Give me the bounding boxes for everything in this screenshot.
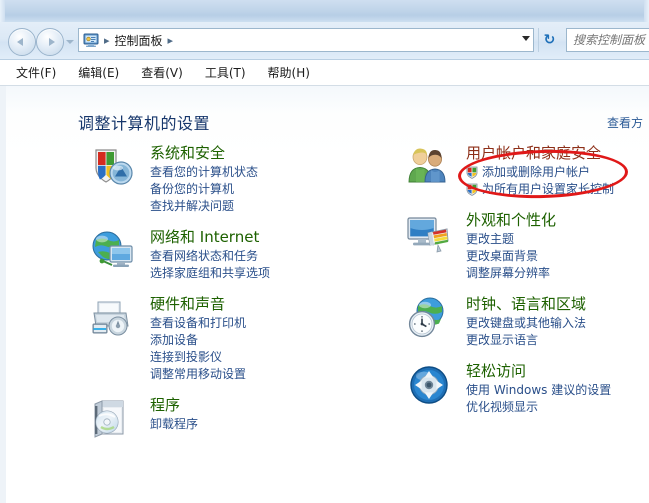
category-title-link[interactable]: 系统和安全	[150, 144, 225, 163]
search-input[interactable]	[567, 33, 649, 47]
category-task-link[interactable]: 调整屏幕分辨率	[466, 265, 649, 282]
category-task-link[interactable]: 选择家庭组和共享选项	[150, 265, 390, 282]
category-links: 查看网络状态和任务 选择家庭组和共享选项	[150, 248, 390, 282]
titlebar-left-edge	[0, 0, 5, 22]
category-task-link[interactable]: 查找并解决问题	[150, 198, 390, 215]
category-column-right: 用户帐户和家庭安全 添加或删除用户帐户 为所有用户设置家长控制 外观和个性化 更改…	[406, 144, 649, 429]
titlebar-right-edge	[644, 0, 649, 22]
content-area: 调整计算机的设置 查看方式 系统和安全查看您的计算机状态备份您的计算机查找并解决…	[0, 86, 649, 503]
category-links: 卸载程序	[150, 416, 390, 433]
category-block: 网络和 Internet 查看网络状态和任务 选择家庭组和共享选项	[90, 228, 390, 282]
category-task-link[interactable]: 连接到投影仪	[150, 349, 390, 366]
category-block: 时钟、语言和区域 更改键盘或其他输入法 更改显示语言	[406, 295, 649, 349]
category-block: 用户帐户和家庭安全 添加或删除用户帐户 为所有用户设置家长控制	[406, 144, 649, 198]
menu-bar: 文件(F) 编辑(E) 查看(V) 工具(T) 帮助(H)	[0, 60, 649, 86]
category-body: 用户帐户和家庭安全 添加或删除用户帐户 为所有用户设置家长控制	[466, 144, 649, 198]
category-title-link[interactable]: 网络和 Internet	[150, 228, 259, 247]
category-links: 添加或删除用户帐户 为所有用户设置家长控制	[466, 164, 649, 198]
category-block: 程序 卸载程序	[90, 396, 390, 438]
appearance-monitor-icon[interactable]	[406, 211, 452, 257]
task-link-label: 添加或删除用户帐户	[482, 165, 591, 179]
globe-network-icon[interactable]	[90, 228, 136, 274]
view-by-label[interactable]: 查看方式	[607, 114, 643, 131]
category-links: 查看设备和打印机 添加设备 连接到投影仪 调整常用移动设置	[150, 315, 390, 383]
category-body: 系统和安全 查看您的计算机状态 备份您的计算机 查找并解决问题	[150, 144, 390, 215]
category-task-link[interactable]: 为所有用户设置家长控制	[466, 181, 649, 198]
category-block: 系统和安全 查看您的计算机状态 备份您的计算机 查找并解决问题	[90, 144, 390, 215]
category-columns: 系统和安全 查看您的计算机状态 备份您的计算机 查找并解决问题 网络和 Interne…	[6, 144, 649, 499]
category-task-link[interactable]: 更改键盘或其他输入法	[466, 315, 649, 332]
programs-cd-icon[interactable]	[90, 396, 136, 442]
category-title-link[interactable]: 外观和个性化	[466, 211, 556, 230]
menu-item-tools[interactable]: 工具(T)	[203, 62, 248, 83]
refresh-icon: ↻	[543, 32, 556, 48]
category-task-link[interactable]: 查看网络状态和任务	[150, 248, 390, 265]
category-body: 轻松访问 使用 Windows 建议的设置 优化视频显示	[466, 362, 649, 416]
category-body: 程序 卸载程序	[150, 396, 390, 433]
category-title-link[interactable]: 时钟、语言和区域	[466, 295, 586, 314]
category-task-link[interactable]: 更改显示语言	[466, 332, 649, 349]
task-link-label: 为所有用户设置家长控制	[482, 182, 615, 196]
category-links: 查看您的计算机状态 备份您的计算机 查找并解决问题	[150, 164, 390, 215]
refresh-button[interactable]: ↻	[538, 28, 560, 52]
category-title-link[interactable]: 用户帐户和家庭安全	[466, 144, 601, 163]
clock-globe-icon[interactable]	[406, 295, 452, 341]
category-task-link[interactable]: 优化视频显示	[466, 399, 649, 416]
category-task-link[interactable]: 查看您的计算机状态	[150, 164, 390, 181]
forward-arrow-icon	[49, 38, 55, 46]
category-title-link[interactable]: 程序	[150, 396, 180, 415]
breadcrumb-item-control-panel[interactable]: 控制面板	[115, 32, 163, 49]
category-task-link[interactable]: 更改桌面背景	[466, 248, 649, 265]
category-block: 外观和个性化 更改主题 更改桌面背景 调整屏幕分辨率	[406, 211, 649, 282]
category-body: 硬件和声音 查看设备和打印机 添加设备 连接到投影仪 调整常用移动设置	[150, 295, 390, 383]
category-body: 外观和个性化 更改主题 更改桌面背景 调整屏幕分辨率	[466, 211, 649, 282]
category-task-link[interactable]: 查看设备和打印机	[150, 315, 390, 332]
address-dropdown-chevron-down-icon[interactable]	[522, 36, 530, 41]
category-task-link[interactable]: 更改主题	[466, 231, 649, 248]
category-links: 使用 Windows 建议的设置 优化视频显示	[466, 382, 649, 416]
breadcrumb-separator-0: ▸	[104, 33, 110, 47]
category-task-link[interactable]: 调整常用移动设置	[150, 366, 390, 383]
category-task-link[interactable]: 备份您的计算机	[150, 181, 390, 198]
control-panel-window: ▸ 控制面板 ▸ ↻ 文件(F) 编辑(E) 查看(V) 工具(T) 帮助(H)…	[0, 0, 649, 503]
category-task-link[interactable]: 使用 Windows 建议的设置	[466, 382, 649, 399]
ease-of-access-icon[interactable]	[406, 362, 452, 408]
category-task-link[interactable]: 卸载程序	[150, 416, 390, 433]
search-box[interactable]	[566, 28, 649, 52]
menu-item-edit[interactable]: 编辑(E)	[76, 62, 121, 83]
breadcrumb-separator-1[interactable]: ▸	[168, 34, 174, 47]
category-body: 网络和 Internet 查看网络状态和任务 选择家庭组和共享选项	[150, 228, 390, 282]
uac-shield-icon	[466, 183, 478, 196]
forward-button[interactable]	[36, 28, 64, 56]
page-title: 调整计算机的设置	[78, 114, 211, 133]
printer-hardware-icon[interactable]	[90, 295, 136, 341]
address-bar[interactable]: ▸ 控制面板 ▸	[78, 28, 534, 52]
nav-button-group	[8, 27, 74, 56]
window-titlebar	[0, 0, 649, 23]
users-accounts-icon[interactable]	[406, 144, 452, 190]
menu-item-help[interactable]: 帮助(H)	[266, 62, 312, 83]
category-block: 硬件和声音 查看设备和打印机 添加设备 连接到投影仪 调整常用移动设置	[90, 295, 390, 383]
category-title-link[interactable]: 轻松访问	[466, 362, 526, 381]
back-arrow-icon	[17, 38, 23, 46]
back-button[interactable]	[8, 28, 36, 56]
shield-security-icon[interactable]	[90, 144, 136, 190]
category-block: 轻松访问 使用 Windows 建议的设置 优化视频显示	[406, 362, 649, 416]
category-body: 时钟、语言和区域 更改键盘或其他输入法 更改显示语言	[466, 295, 649, 349]
category-task-link[interactable]: 添加设备	[150, 332, 390, 349]
category-links: 更改键盘或其他输入法 更改显示语言	[466, 315, 649, 349]
category-task-link[interactable]: 添加或删除用户帐户	[466, 164, 649, 181]
category-column-left: 系统和安全 查看您的计算机状态 备份您的计算机 查找并解决问题 网络和 Interne…	[90, 144, 390, 446]
navigation-bar: ▸ 控制面板 ▸ ↻	[0, 22, 649, 60]
recent-pages-chevron-down-icon[interactable]	[66, 40, 74, 44]
menu-item-view[interactable]: 查看(V)	[139, 62, 185, 83]
uac-shield-icon	[466, 166, 478, 179]
category-title-link[interactable]: 硬件和声音	[150, 295, 225, 314]
menu-item-file[interactable]: 文件(F)	[14, 62, 58, 83]
category-links: 更改主题 更改桌面背景 调整屏幕分辨率	[466, 231, 649, 282]
control-panel-icon	[83, 32, 99, 48]
